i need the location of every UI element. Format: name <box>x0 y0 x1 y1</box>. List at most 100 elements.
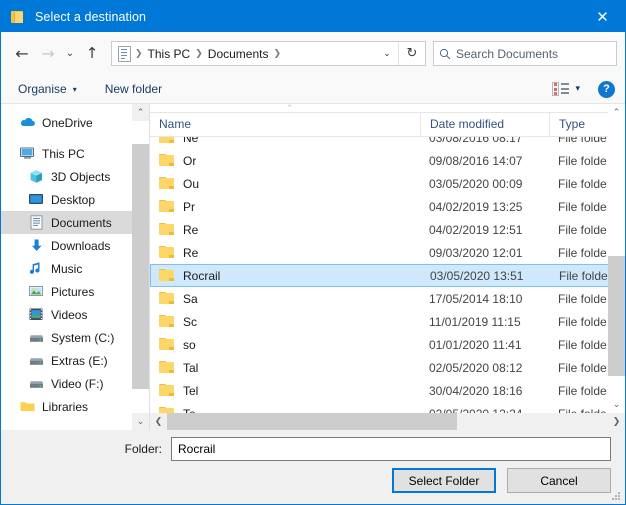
video-icon <box>28 307 45 323</box>
folder-row: Folder: Rocrail <box>1 430 625 468</box>
sidebar-item-label: Video (F:) <box>51 377 103 391</box>
table-row[interactable]: Or09/08/2016 14:07File folde <box>150 149 625 172</box>
scroll-down-icon[interactable]: ⌄ <box>608 396 625 413</box>
breadcrumb-this-pc[interactable]: This PC <box>145 47 194 61</box>
sidebar-item-label: Videos <box>51 308 87 322</box>
recent-locations-icon[interactable]: ⌄ <box>61 41 79 67</box>
search-box[interactable]: Search Documents <box>433 41 617 66</box>
back-icon[interactable]: ← <box>9 41 35 67</box>
sort-ascending-icon: ⌃ <box>286 104 294 114</box>
organise-label: Organise <box>18 82 67 96</box>
table-row[interactable]: Pr04/02/2019 13:25File folde <box>150 195 625 218</box>
chevron-down-icon: ▾ <box>73 85 77 94</box>
table-row[interactable]: Tel30/04/2020 18:16File folde <box>150 379 625 402</box>
sidebar-item-video-f[interactable]: Video (F:) <box>1 372 149 395</box>
vertical-scroll-thumb[interactable] <box>608 256 625 376</box>
file-name-label: Ne <box>183 137 198 145</box>
new-folder-button[interactable]: New folder <box>98 82 169 96</box>
address-bar[interactable]: ❯ This PC ❯ Documents ❯ ⌄ ↻ <box>111 41 426 66</box>
table-row[interactable]: Ou03/05/2020 00:09File folde <box>150 172 625 195</box>
help-icon[interactable]: ? <box>598 81 615 98</box>
scroll-up-icon[interactable]: ⌃ <box>132 104 149 121</box>
view-layout-icon[interactable] <box>552 82 569 96</box>
file-name-cell: Ne <box>150 137 420 145</box>
cancel-button[interactable]: Cancel <box>507 468 611 493</box>
sidebar-item-onedrive[interactable]: OneDrive <box>1 111 149 134</box>
search-placeholder: Search Documents <box>456 47 558 61</box>
folder-icon <box>159 246 175 259</box>
sidebar-item-label: System (C:) <box>51 331 114 345</box>
hard-drive-icon <box>28 376 45 392</box>
folder-icon <box>159 315 175 328</box>
scroll-left-icon[interactable]: ❮ <box>150 413 167 430</box>
table-row[interactable]: so01/01/2020 11:41File folde <box>150 333 625 356</box>
file-name-label: Tel <box>183 384 198 398</box>
new-folder-label: New folder <box>105 82 162 96</box>
sidebar-item-this-pc[interactable]: This PC <box>1 142 149 165</box>
date-modified-cell: 03/05/2020 00:09 <box>420 177 549 191</box>
folder-icon <box>159 361 175 374</box>
up-icon[interactable]: ↑ <box>79 41 105 67</box>
table-row[interactable]: Re09/03/2020 12:01File folde <box>150 241 625 264</box>
file-name-cell: Sa <box>150 292 420 306</box>
scroll-down-icon[interactable]: ⌄ <box>132 413 149 430</box>
sidebar-item-documents[interactable]: Documents <box>1 211 149 234</box>
sidebar-item-label: Extras (E:) <box>51 354 108 368</box>
column-header-date-modified[interactable]: Date modified <box>420 113 549 136</box>
sidebar-scrollbar[interactable]: ⌃ ⌄ <box>132 104 149 430</box>
horizontal-scroll-thumb[interactable] <box>167 413 457 430</box>
sidebar-item-label: 3D Objects <box>51 170 110 184</box>
sidebar-item-videos[interactable]: Videos <box>1 303 149 326</box>
dialog-footer: Folder: Rocrail Select Folder Cancel <box>1 430 625 504</box>
sidebar-item-libraries[interactable]: Libraries <box>1 395 149 418</box>
table-row[interactable]: Tal02/05/2020 08:12File folde <box>150 356 625 379</box>
sidebar-item-3d-objects[interactable]: 3D Objects <box>1 165 149 188</box>
table-row[interactable]: Sc11/01/2019 11:15File folde <box>150 310 625 333</box>
scroll-right-icon[interactable]: ❯ <box>608 413 625 430</box>
folder-input[interactable]: Rocrail <box>171 437 611 461</box>
breadcrumb-separator: ❯ <box>133 49 145 59</box>
column-header-name[interactable]: Name <box>150 113 420 136</box>
sidebar-item-system-c[interactable]: System (C:) <box>1 326 149 349</box>
file-name-cell: so <box>150 338 420 352</box>
resize-grip-icon[interactable] <box>612 492 621 501</box>
breadcrumb-documents[interactable]: Documents <box>205 47 272 61</box>
navigation-bar: ← → ⌄ ↑ ❯ This PC ❯ Documents ❯ ⌄ ↻ Sear… <box>1 32 625 75</box>
refresh-icon[interactable]: ↻ <box>398 42 425 65</box>
view-dropdown-icon[interactable]: ▾ <box>571 84 586 94</box>
sidebar-item-downloads[interactable]: Downloads <box>1 234 149 257</box>
date-modified-cell: 03/08/2016 08:17 <box>420 137 549 145</box>
file-list-horizontal-scrollbar[interactable]: ❮ ❯ <box>150 413 625 430</box>
breadcrumb-separator[interactable]: ❯ <box>271 49 283 59</box>
file-list-pane: ⌃ Name Date modified Type Ne03/08/2016 0… <box>150 104 625 430</box>
sidebar-item-pictures[interactable]: Pictures <box>1 280 149 303</box>
table-row[interactable]: Ne03/08/2016 08:17File folde <box>150 137 625 149</box>
file-name-label: Re <box>183 223 198 237</box>
breadcrumb-separator: ❯ <box>193 49 205 59</box>
dialog-title: Select a destination <box>35 10 146 24</box>
scroll-up-icon[interactable]: ⌃ <box>608 104 625 121</box>
sidebar-item-extras-e[interactable]: Extras (E:) <box>1 349 149 372</box>
folder-icon <box>159 200 175 213</box>
organise-button[interactable]: Organise ▾ <box>11 82 84 96</box>
sidebar-item-label: Desktop <box>51 193 95 207</box>
table-row[interactable]: Sa17/05/2014 18:10File folde <box>150 287 625 310</box>
chevron-down-icon[interactable]: ⌄ <box>376 42 398 65</box>
sidebar-item-music[interactable]: Music <box>1 257 149 280</box>
table-row[interactable]: Re04/02/2019 12:51File folde <box>150 218 625 241</box>
folder-label: Folder: <box>1 442 171 456</box>
sidebar-item-label: Documents <box>51 216 112 230</box>
file-list-vertical-scrollbar[interactable]: ⌃ ⌄ <box>608 104 625 413</box>
select-folder-button[interactable]: Select Folder <box>392 468 496 493</box>
table-row[interactable]: Rocrail03/05/2020 13:51File folde <box>150 264 625 287</box>
file-name-cell: Ou <box>150 177 420 191</box>
folder-icon <box>10 9 26 25</box>
sidebar-list: OneDrive This PC 3D Objects Desktop Document… <box>1 104 149 418</box>
sidebar-scroll-thumb[interactable] <box>132 144 149 389</box>
close-icon[interactable]: ✕ <box>580 1 625 32</box>
folder-icon <box>159 137 175 144</box>
sidebar-item-desktop[interactable]: Desktop <box>1 188 149 211</box>
file-name-label: Rocrail <box>183 269 220 283</box>
file-name-label: Or <box>183 154 196 168</box>
hard-drive-icon <box>28 353 45 369</box>
